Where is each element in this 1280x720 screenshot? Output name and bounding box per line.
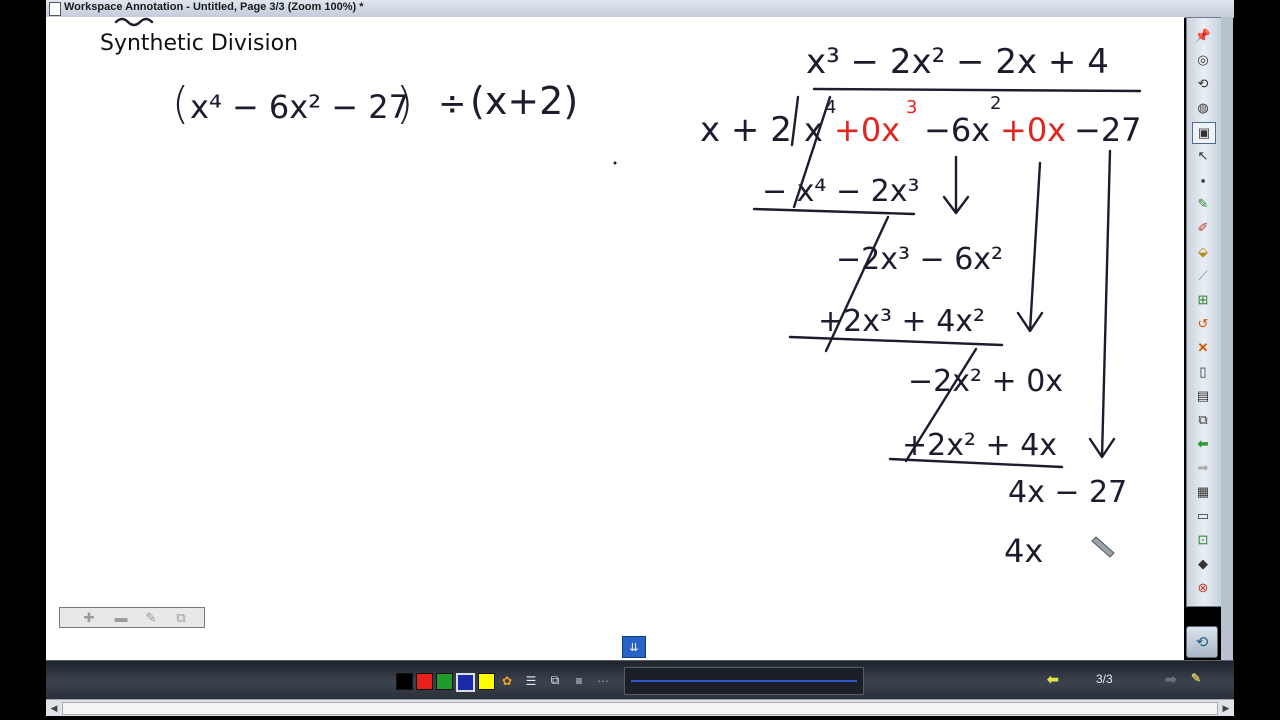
- color-swatch-yellow[interactable]: [478, 673, 495, 690]
- quotient: x³ − 2x² − 2x + 4: [806, 42, 1109, 82]
- line-icon[interactable]: ⟋: [1192, 266, 1214, 286]
- scribble-mark: [114, 17, 154, 27]
- new-page-icon[interactable]: ▯: [1192, 362, 1214, 382]
- save-icon[interactable]: ▭: [1192, 506, 1214, 526]
- dividend-expression: x⁴ − 6x² − 27: [190, 88, 409, 126]
- line-style-icon[interactable]: ≡: [570, 672, 588, 689]
- edit-icon[interactable]: ✎: [142, 610, 160, 625]
- line-width-icon[interactable]: ☰: [522, 672, 540, 689]
- step-5: +2x² + 4x: [902, 428, 1057, 463]
- window-title: Workspace Annotation - Untitled, Page 3/…: [64, 1, 364, 13]
- color-swatch-red[interactable]: [416, 673, 433, 690]
- page-navigation: ⬅ 3/3 ➡ ✎: [1041, 667, 1227, 693]
- step-3: +2x³ + 4x²: [818, 304, 985, 339]
- dividend-term: −6x: [924, 111, 990, 149]
- pointer-icon[interactable]: ↖: [1192, 146, 1214, 166]
- toolbar-settings-icon[interactable]: ⟲: [1186, 626, 1218, 658]
- page-icon[interactable]: ▤: [1192, 386, 1214, 406]
- side-toolbar: 📌 ◎ ⟲ ◍ ▣ ↖ ▪ ✎ ✐ ⬙ ⟋ ⊞ ↺ ✕ ▯ ▤ ⧉ ⬅ ➡ ▦ …: [1186, 17, 1222, 607]
- screen-icon[interactable]: ▪: [1192, 170, 1214, 190]
- dividend-exponent: 3: [906, 97, 917, 118]
- fill-icon[interactable]: ⬙: [1192, 242, 1214, 262]
- previous-page-icon[interactable]: ⬅: [1192, 434, 1214, 454]
- horizontal-scrollbar[interactable]: ◀ ▶: [46, 699, 1234, 716]
- scroll-left-icon[interactable]: ◀: [47, 701, 61, 715]
- dividend-row: x 4 +0x 3 −6x 2 +0x −27: [804, 93, 1142, 149]
- step-7: 4x: [1004, 532, 1043, 570]
- previous-page-arrow-icon[interactable]: ⬅: [1047, 671, 1059, 688]
- step-6: 4x − 27: [1008, 475, 1127, 510]
- step-2: −2x³ − 6x²: [836, 242, 1003, 277]
- handwriting-layer: Synthetic Division ( x⁴ − 6x² − 27 ) ÷ (…: [100, 17, 1142, 570]
- bring-down-arrow: [1088, 149, 1116, 459]
- next-page-arrow-icon[interactable]: ➡: [1165, 671, 1177, 688]
- bring-down-arrow: [942, 155, 970, 215]
- delete-icon[interactable]: ✕: [1192, 338, 1214, 358]
- table-icon[interactable]: ▦: [1192, 482, 1214, 502]
- page-toggle-icon[interactable]: ⇊: [622, 636, 646, 658]
- bottom-toolbar: ✿ ☰ ⧉ ≡ ⋯ ⬅ 3/3 ➡ ✎: [46, 660, 1234, 699]
- zoom-tools-bar: ✚ ▬ ✎ ⧉: [59, 607, 205, 628]
- scroll-right-icon[interactable]: ▶: [1219, 701, 1233, 715]
- dash-style-icon[interactable]: ⋯: [594, 672, 612, 689]
- close-icon[interactable]: ⊗: [1192, 578, 1214, 598]
- duplicate-icon[interactable]: ⧉: [172, 610, 190, 625]
- eraser-icon[interactable]: ◍: [1192, 98, 1214, 118]
- divisor-expression: (x+2): [470, 79, 578, 123]
- ink-dot: [613, 161, 617, 165]
- eraser-tool-icon[interactable]: ◆: [1192, 554, 1214, 574]
- divide-sign: ÷: [438, 84, 467, 124]
- subtract-line-1: [752, 207, 916, 216]
- page-heading: Synthetic Division: [100, 31, 298, 56]
- problem-expression: ( x⁴ − 6x² − 27 ) ÷ (x+2): [172, 78, 578, 129]
- bring-down-arrow: [1016, 161, 1044, 333]
- undo-icon[interactable]: ⟲: [1192, 74, 1214, 94]
- capture-icon[interactable]: ▣: [1192, 122, 1216, 144]
- insert-page-icon[interactable]: ⊞: [1192, 290, 1214, 310]
- app-icon: [49, 2, 61, 16]
- scroll-thumb[interactable]: [62, 702, 1218, 715]
- page-sorter-icon[interactable]: ✎: [1191, 671, 1201, 685]
- zoom-out-icon[interactable]: ▬: [112, 610, 130, 625]
- side-rail: [1221, 17, 1233, 660]
- color-swatch-green[interactable]: [436, 673, 453, 690]
- quotient-bar: [812, 87, 1142, 93]
- whiteboard-canvas[interactable]: Synthetic Division ( x⁴ − 6x² − 27 ) ÷ (…: [46, 17, 1184, 660]
- color-swatch-black[interactable]: [396, 673, 413, 690]
- dividend-term-placeholder: +0x: [834, 111, 900, 149]
- color-palette-icon[interactable]: ✿: [498, 672, 516, 689]
- copy-page-icon[interactable]: ⧉: [1192, 410, 1214, 430]
- line-preview: [624, 667, 864, 695]
- transparency-icon[interactable]: ⧉: [546, 672, 564, 689]
- ld-divisor: x + 2: [700, 110, 792, 150]
- color-swatch-blue[interactable]: [456, 673, 475, 692]
- zoom-in-icon[interactable]: ✚: [80, 610, 98, 625]
- pin-icon[interactable]: 📌: [1192, 26, 1214, 46]
- close-paren: ): [396, 78, 413, 129]
- step-1: − x⁴ − 2x³: [762, 174, 920, 209]
- highlighter-icon[interactable]: ✐: [1192, 218, 1214, 238]
- pen-cursor-icon: [1091, 536, 1115, 558]
- dividend-term-placeholder: +0x: [1000, 111, 1066, 149]
- open-paren: (: [172, 78, 189, 129]
- pen-icon[interactable]: ✎: [1192, 194, 1214, 214]
- page-indicator: 3/3: [1096, 672, 1113, 686]
- gallery-icon[interactable]: ⊡: [1192, 530, 1214, 550]
- long-division-work: x³ − 2x² − 2x + 4 x + 2 x 4 +0x 3 −6x 2 …: [700, 42, 1142, 570]
- dividend-term: −27: [1074, 111, 1142, 149]
- step-4: −2x² + 0x: [908, 364, 1063, 399]
- clear-icon[interactable]: ↺: [1192, 314, 1214, 334]
- zoom-icon[interactable]: ◎: [1192, 50, 1214, 70]
- title-bar: Workspace Annotation - Untitled, Page 3/…: [46, 0, 1234, 18]
- division-bracket: [790, 95, 800, 147]
- next-page-icon[interactable]: ➡: [1192, 458, 1214, 478]
